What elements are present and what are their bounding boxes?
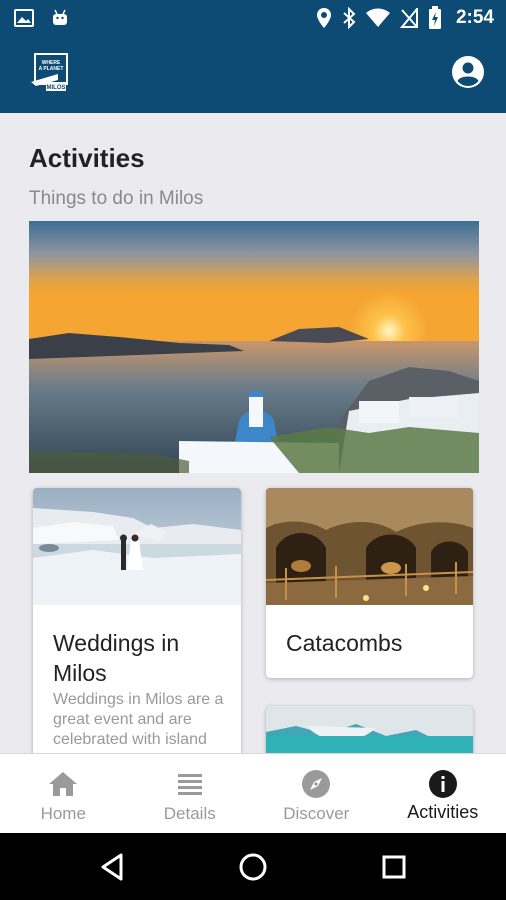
image-icon xyxy=(14,9,34,27)
battery-charging-icon xyxy=(428,6,441,29)
page-subtitle: Things to do in Milos xyxy=(29,188,204,209)
activity-card-catacombs[interactable]: Catacombs xyxy=(266,488,473,678)
android-icon xyxy=(53,9,67,25)
weddings-description: Weddings in Milos are a great event and … xyxy=(53,691,224,748)
weddings-title: Weddings in Milos xyxy=(53,630,180,686)
home-circle-icon[interactable] xyxy=(237,851,269,883)
nav-label-discover: Discover xyxy=(283,804,350,823)
recents-icon[interactable] xyxy=(378,851,410,883)
svg-text:MILOS: MILOS xyxy=(47,85,66,91)
catacombs-image xyxy=(266,488,473,605)
wifi-icon xyxy=(365,8,390,27)
page-title: Activities xyxy=(29,143,145,173)
catacombs-title: Catacombs xyxy=(286,630,403,656)
weddings-image xyxy=(33,488,241,605)
nav-label-home: Home xyxy=(40,804,86,823)
svg-text:A PLANET: A PLANET xyxy=(39,66,64,72)
status-bar: 2:54 xyxy=(0,0,506,36)
nav-item-discover[interactable]: Discover xyxy=(253,754,380,833)
bottom-navigation: Home Details Discover Activities xyxy=(0,753,506,833)
app-logo-icon[interactable]: WHERE A PLANET MILOS xyxy=(30,52,70,94)
nav-label-details: Details xyxy=(163,804,216,823)
nav-item-details[interactable]: Details xyxy=(127,754,254,833)
nav-label-activities: Activities xyxy=(407,802,479,822)
no-sim-icon xyxy=(399,8,418,28)
status-time: 2:54 xyxy=(455,7,494,28)
activity-card-partial[interactable] xyxy=(266,706,473,753)
activity-card-weddings[interactable]: Weddings in Milos Weddings in Milos are … xyxy=(33,488,241,753)
info-icon xyxy=(428,770,457,798)
list-icon xyxy=(177,774,202,795)
content-area[interactable]: Activities Things to do in Milos Wedding… xyxy=(0,113,506,753)
hero-image[interactable] xyxy=(29,221,479,473)
location-icon xyxy=(316,8,331,28)
account-circle-icon[interactable] xyxy=(450,54,486,90)
sea-cave-image xyxy=(266,706,473,753)
compass-icon xyxy=(302,770,331,798)
nav-item-home[interactable]: Home xyxy=(0,754,127,833)
app-bar: WHERE A PLANET MILOS xyxy=(0,36,506,113)
bluetooth-icon xyxy=(343,7,356,29)
home-icon xyxy=(49,772,78,796)
system-navigation-bar xyxy=(0,833,506,900)
back-icon[interactable] xyxy=(97,851,129,883)
nav-item-activities[interactable]: Activities xyxy=(380,754,506,833)
